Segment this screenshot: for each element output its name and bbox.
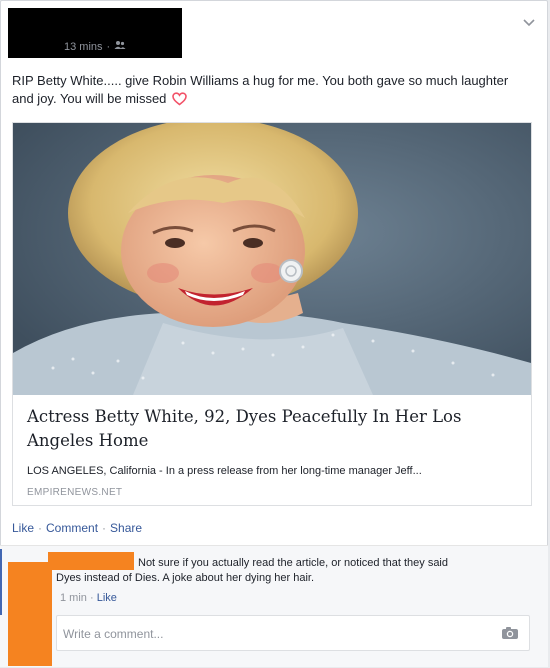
comment-timestamp[interactable]: 1 min — [60, 592, 87, 604]
friends-icon[interactable] — [114, 40, 126, 53]
comment-highlight-bar — [0, 549, 2, 615]
post-timestamp[interactable]: 13 mins — [64, 41, 103, 53]
action-separator: · — [38, 521, 43, 535]
article-photo[interactable] — [13, 123, 531, 395]
comment-composer[interactable] — [56, 615, 530, 651]
link-preview-card[interactable]: Actress Betty White, 92, Dyes Peacefully… — [12, 122, 532, 506]
chevron-down-icon[interactable] — [522, 14, 536, 27]
camera-icon[interactable] — [501, 626, 519, 640]
share-button[interactable]: Share — [110, 521, 142, 535]
redacted-commenter-avatar — [8, 562, 52, 666]
like-button[interactable]: Like — [12, 521, 34, 535]
comment-text-line: Dyes instead of Dies. A joke about her d… — [56, 572, 315, 584]
comment-text-line: Not sure if you actually read the articl… — [138, 557, 448, 569]
article-description: LOS ANGELES, California - In a press rel… — [27, 465, 422, 477]
post-message: RIP Betty White..... give Robin Williams… — [12, 72, 512, 111]
comment-meta: 1 min · Like — [60, 592, 117, 604]
comment-separator: · — [89, 592, 94, 604]
post-message-text: RIP Betty White..... give Robin Williams… — [12, 73, 509, 106]
post-meta: 13 mins · — [64, 40, 126, 53]
action-separator: · — [102, 521, 107, 535]
article-domain: EMPIRENEWS.NET — [27, 487, 123, 498]
heart-icon — [172, 92, 187, 111]
meta-separator: · — [106, 40, 111, 53]
comment-button[interactable]: Comment — [46, 521, 98, 535]
redacted-author-name — [60, 14, 178, 34]
post-actions: Like · Comment · Share — [12, 521, 142, 535]
comment-body: Not sure if you actually read the articl… — [56, 556, 526, 586]
article-title[interactable]: Actress Betty White, 92, Dyes Peacefully… — [27, 405, 507, 453]
comment-like-button[interactable]: Like — [97, 592, 117, 604]
comment-input[interactable] — [61, 624, 485, 644]
